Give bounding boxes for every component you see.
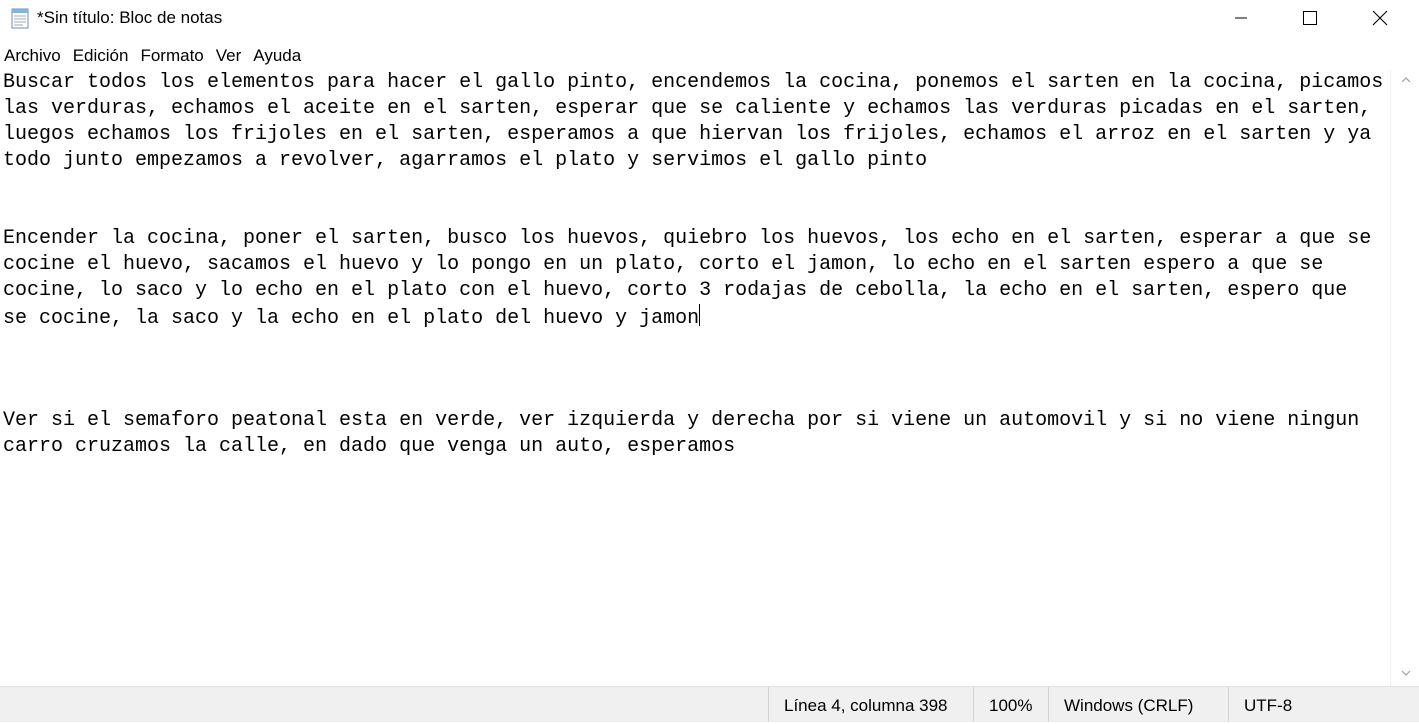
editor-line-text: se cocine, la saco y la echo en el plato… bbox=[3, 307, 700, 330]
vertical-scrollbar[interactable] bbox=[1390, 70, 1419, 686]
editor-line: Buscar todos los elementos para hacer el… bbox=[3, 71, 1384, 94]
scroll-up-button[interactable] bbox=[1391, 70, 1419, 88]
maximize-icon bbox=[1303, 11, 1317, 25]
editor-line: cocine, lo saco y lo echo en el plato co… bbox=[3, 279, 1348, 302]
editor-line: Encender la cocina, poner el sarten, bus… bbox=[3, 227, 1372, 250]
menu-archivo[interactable]: Archivo bbox=[0, 43, 68, 69]
editor-line: las verduras, echamos el aceite en el sa… bbox=[3, 97, 1372, 120]
menu-ver[interactable]: Ver bbox=[211, 43, 249, 69]
close-button[interactable] bbox=[1345, 0, 1415, 36]
editor-line: todo junto empezamos a revolver, agarram… bbox=[3, 149, 928, 172]
text-caret bbox=[699, 304, 701, 326]
zoom-level: 100% bbox=[973, 687, 1053, 722]
status-bar: Línea 4, columna 398 100% Windows (CRLF)… bbox=[0, 686, 1419, 722]
notepad-icon bbox=[11, 8, 29, 29]
scroll-down-button[interactable] bbox=[1391, 664, 1419, 682]
menu-formato[interactable]: Formato bbox=[135, 43, 210, 69]
window-title: *Sin título: Bloc de notas bbox=[37, 8, 223, 27]
chevron-up-icon bbox=[1401, 76, 1410, 82]
editor-line: cocine el huevo, sacamos el huevo y lo p… bbox=[3, 253, 1324, 276]
text-editor[interactable]: Buscar todos los elementos para hacer el… bbox=[0, 70, 1390, 686]
editor-line: Ver si el semaforo peatonal esta en verd… bbox=[3, 409, 1360, 432]
editor-line: luegos echamos los frijoles en el sarten… bbox=[3, 123, 1372, 146]
minimize-button[interactable] bbox=[1206, 0, 1276, 36]
menu-ayuda[interactable]: Ayuda bbox=[248, 43, 308, 69]
editor-line: carro cruzamos la calle, en dado que ven… bbox=[3, 435, 736, 458]
close-icon bbox=[1372, 10, 1388, 26]
menu-bar: Archivo Edición Formato Ver Ayuda bbox=[0, 42, 1419, 70]
chevron-down-icon bbox=[1401, 670, 1410, 676]
cursor-position: Línea 4, columna 398 bbox=[768, 687, 974, 722]
editor-line: se cocine, la saco y la echo en el plato… bbox=[3, 304, 701, 332]
line-ending: Windows (CRLF) bbox=[1048, 687, 1229, 722]
minimize-icon bbox=[1235, 17, 1247, 19]
menu-edicion[interactable]: Edición bbox=[68, 43, 136, 69]
encoding: UTF-8 bbox=[1228, 687, 1414, 722]
maximize-button[interactable] bbox=[1275, 0, 1345, 36]
title-bar: *Sin título: Bloc de notas bbox=[0, 0, 1419, 38]
